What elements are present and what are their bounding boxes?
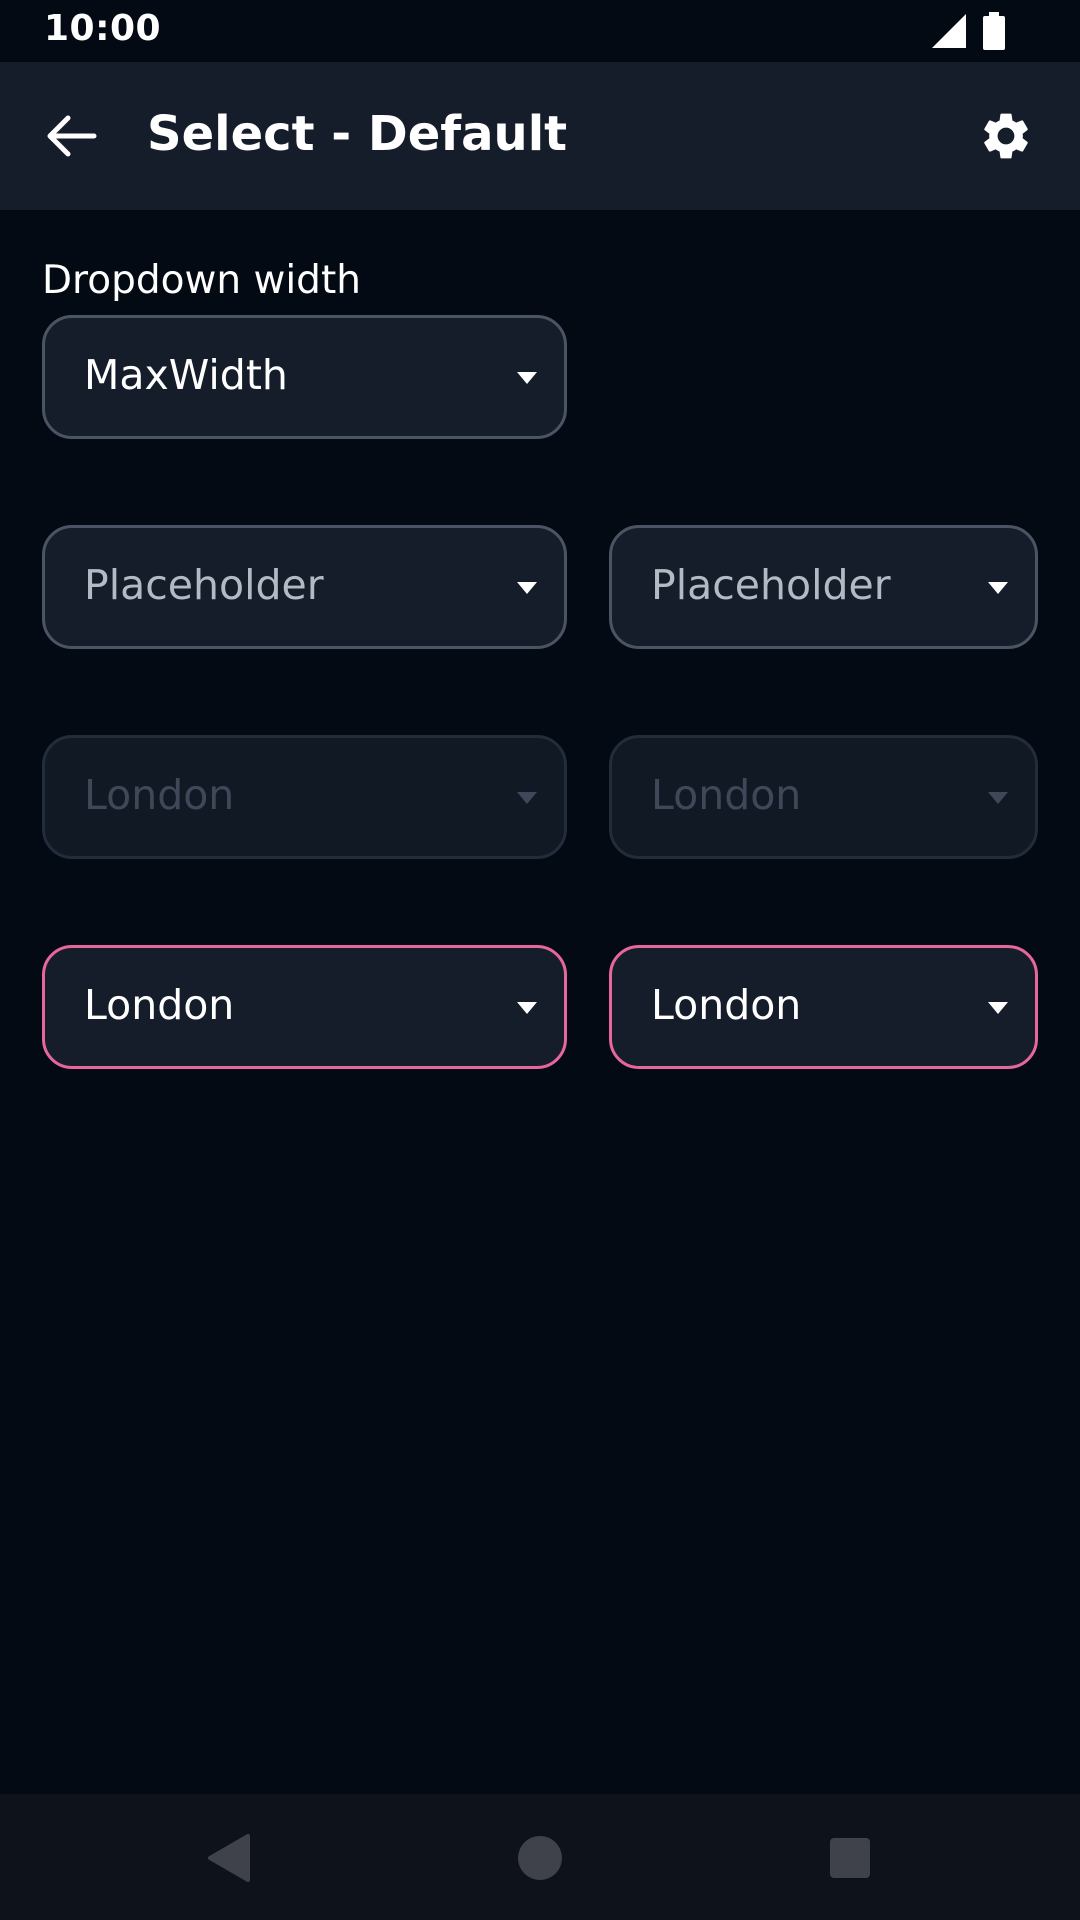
select-placeholder: Placeholder [84, 561, 324, 609]
square-recents-icon[interactable] [830, 1838, 870, 1878]
triangle-back-icon[interactable] [206, 1834, 252, 1882]
gear-icon[interactable] [978, 108, 1034, 164]
dropdown-width-label: Dropdown width [42, 258, 361, 303]
screen: 10:00 Select - Default Dropdown width Ma… [0, 0, 1080, 1920]
caret-down-icon [988, 1002, 1008, 1014]
circle-home-icon[interactable] [517, 1835, 563, 1881]
select-value: MaxWidth [84, 351, 288, 399]
placeholder-select[interactable]: Placeholder [609, 525, 1038, 649]
app-bar: Select - Default [0, 62, 1080, 210]
battery-icon [983, 12, 1005, 50]
caret-down-icon [988, 792, 1008, 804]
status-bar: 10:00 [0, 0, 1080, 62]
page-title: Select - Default [147, 106, 568, 162]
caret-down-icon [517, 372, 537, 384]
disabled-select: London [609, 735, 1038, 859]
signal-icon [932, 14, 966, 48]
select-value: London [84, 981, 235, 1029]
caret-down-icon [517, 582, 537, 594]
select-value: London [651, 981, 802, 1029]
status-time: 10:00 [44, 8, 162, 49]
caret-down-icon [988, 582, 1008, 594]
disabled-select: London [42, 735, 567, 859]
caret-down-icon [517, 1002, 537, 1014]
placeholder-select[interactable]: Placeholder [42, 525, 567, 649]
select-placeholder: Placeholder [651, 561, 891, 609]
error-select[interactable]: London [609, 945, 1038, 1069]
error-select[interactable]: London [42, 945, 567, 1069]
select-value: London [651, 771, 802, 819]
arrow-left-icon[interactable] [44, 112, 100, 160]
select-value: London [84, 771, 235, 819]
caret-down-icon [517, 792, 537, 804]
system-nav-bar [0, 1794, 1080, 1920]
dropdown-width-select[interactable]: MaxWidth [42, 315, 567, 439]
